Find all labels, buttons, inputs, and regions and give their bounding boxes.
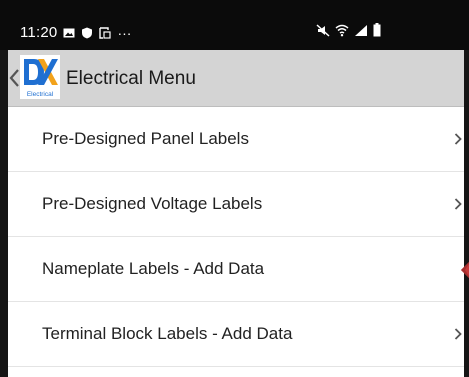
menu-item-voltage-labels[interactable]: Pre-Designed Voltage Labels [8, 172, 464, 237]
status-left: 11:20 ··· [20, 24, 131, 41]
menu-item-label: Pre-Designed Panel Labels [42, 129, 249, 148]
menu-item-panel-labels[interactable]: Pre-Designed Panel Labels [8, 107, 464, 172]
screenshot-icon [99, 26, 112, 39]
page-title: Electrical Menu [66, 68, 196, 89]
gallery-icon [63, 28, 75, 37]
logo-mark-icon: Electrical [20, 55, 60, 99]
chevron-right-icon [454, 328, 462, 340]
chevron-right-icon [454, 198, 462, 210]
menu-item-label: Pre-Designed Voltage Labels [42, 194, 263, 213]
status-right [316, 23, 381, 37]
menu-item-terminal-block-labels[interactable]: Terminal Block Labels - Add Data [8, 302, 464, 367]
battery-icon [373, 23, 381, 37]
app-header: Electrical Electrical Menu [8, 50, 464, 107]
menu-item-nameplate-labels[interactable]: Nameplate Labels - Add Data [8, 237, 469, 302]
app-logo: Electrical [20, 55, 60, 99]
chevron-right-icon [454, 133, 462, 145]
status-time: 11:20 [20, 24, 58, 41]
red-diamond-icon [461, 262, 469, 278]
back-chevron-icon[interactable] [8, 68, 20, 88]
logo-text: Electrical [27, 91, 54, 98]
app-screen: 11:20 ··· Electrical Electrical Menu Pre… [0, 0, 469, 377]
menu-item-label: Nameplate Labels - Add Data [42, 259, 265, 278]
menu-list: Pre-Designed Panel Labels Pre-Designed V… [8, 107, 469, 367]
left-bezel [0, 50, 8, 377]
wifi-icon [335, 24, 349, 36]
status-bar: 11:20 ··· [0, 0, 469, 50]
signal-icon [355, 24, 367, 36]
mute-icon [316, 23, 330, 37]
menu-item-label: Terminal Block Labels - Add Data [42, 324, 293, 343]
status-more: ··· [117, 24, 132, 41]
shield-icon [82, 27, 93, 38]
right-bezel [464, 50, 469, 377]
